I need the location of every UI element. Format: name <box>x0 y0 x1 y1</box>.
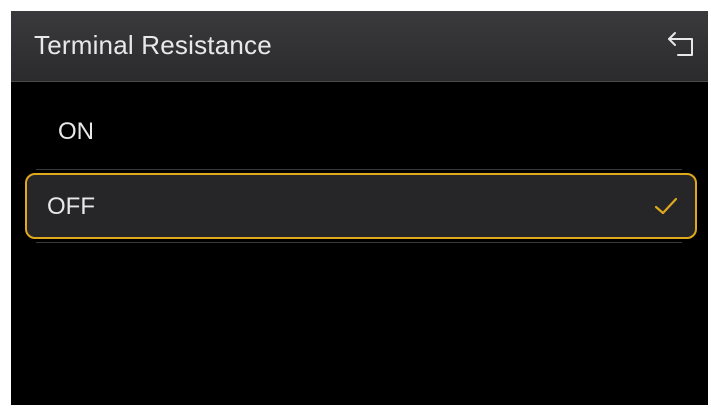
divider <box>36 169 682 170</box>
page-title: Terminal Resistance <box>34 30 272 60</box>
option-off[interactable]: OFF <box>25 173 697 239</box>
checkmark-icon <box>654 197 678 215</box>
back-arrow-icon <box>668 32 693 56</box>
divider <box>36 242 682 243</box>
terminal-resistance-screen: Terminal Resistance ON OFF <box>11 11 708 405</box>
back-button[interactable] <box>666 29 702 61</box>
header-bar: Terminal Resistance <box>11 11 708 82</box>
option-on[interactable]: ON <box>36 102 682 164</box>
option-on-label: ON <box>58 118 94 145</box>
option-off-label: OFF <box>47 193 95 220</box>
